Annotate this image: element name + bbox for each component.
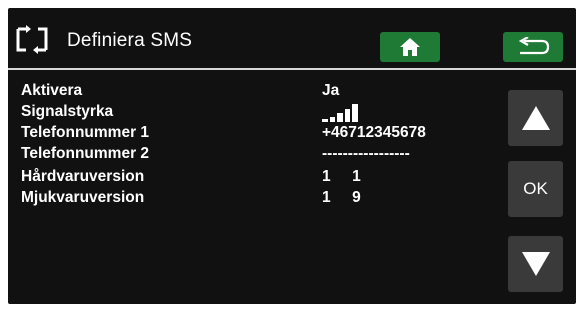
row-value-aktivera: Ja <box>322 82 340 99</box>
row-value-telefonnummer-1: +46712345678 <box>322 124 426 141</box>
header-divider <box>8 68 576 70</box>
scroll-up-button[interactable] <box>508 90 563 146</box>
back-button[interactable] <box>503 32 563 62</box>
signal-bar <box>352 104 358 122</box>
row-label-telefonnummer-2: Telefonnummer 2 <box>21 145 150 162</box>
page-title: Definiera SMS <box>67 30 193 51</box>
ok-label: OK <box>523 179 548 198</box>
triangle-up-icon <box>521 106 550 130</box>
header-bar: Definiera SMS <box>8 8 576 68</box>
ok-button[interactable]: OK <box>508 161 563 217</box>
signal-strength-bars <box>322 104 358 122</box>
row-label-signalstyrka: Signalstyrka <box>21 103 114 120</box>
home-button[interactable] <box>380 32 440 62</box>
signal-bar <box>330 117 335 122</box>
return-arrow-icon <box>518 37 550 55</box>
row-value-hardvaruversion: 1 1 <box>322 168 361 185</box>
row-label-hardvaruversion: Hårdvaruversion <box>21 168 145 185</box>
signal-bar <box>337 113 343 122</box>
triangle-down-icon <box>521 252 550 276</box>
row-label-telefonnummer-1: Telefonnummer 1 <box>21 124 150 141</box>
signal-bar <box>345 109 350 122</box>
row-label-aktivera: Aktivera <box>21 82 83 99</box>
row-value-telefonnummer-2: ----------------- <box>322 145 410 162</box>
refresh-arrows-icon <box>14 23 50 56</box>
row-value-mjukvaruversion: 1 9 <box>322 189 361 206</box>
home-icon <box>400 38 420 56</box>
row-label-mjukvaruversion: Mjukvaruversion <box>21 189 145 206</box>
scroll-down-button[interactable] <box>508 236 563 292</box>
screen: Definiera SMS Aktivera Ja Signalstyrka T… <box>8 8 576 304</box>
signal-bar <box>322 119 328 122</box>
